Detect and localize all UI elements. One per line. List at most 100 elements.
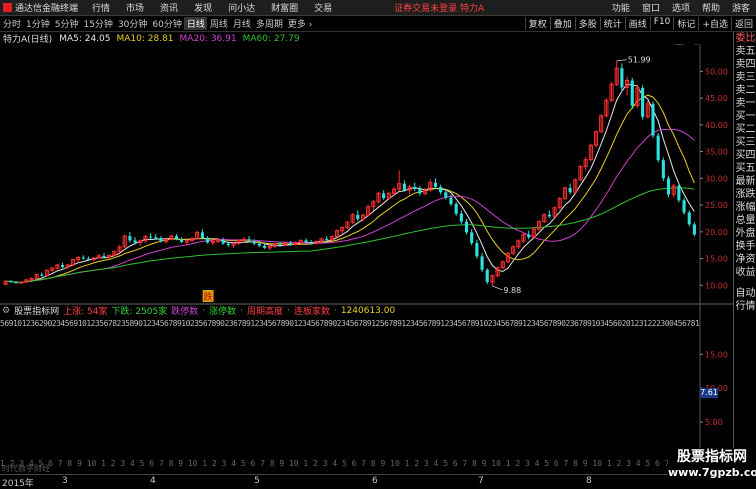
panel-item-bid5[interactable]: 买五 bbox=[734, 162, 756, 175]
candle-body bbox=[402, 183, 406, 191]
period-daily[interactable]: 日线 bbox=[183, 17, 207, 30]
add-favorite-button[interactable]: +自选 bbox=[698, 17, 731, 30]
limit-down-marker-label: 跌 bbox=[204, 292, 213, 303]
candle-body bbox=[413, 186, 417, 190]
user-guest[interactable]: 游客 bbox=[726, 1, 756, 14]
menu-options[interactable]: 选项 bbox=[666, 1, 696, 14]
menu-help[interactable]: 帮助 bbox=[696, 1, 726, 14]
period-60min[interactable]: 60分钟 bbox=[149, 17, 183, 30]
annotation-label: 9.88 bbox=[503, 286, 521, 295]
menu-market-quotes[interactable]: 行情 bbox=[84, 1, 118, 14]
f10-button[interactable]: F10 bbox=[649, 17, 674, 30]
menu-discover[interactable]: 发现 bbox=[186, 1, 220, 14]
menu-news[interactable]: 资讯 bbox=[152, 1, 186, 14]
cycle-height-label: 周期高度 bbox=[247, 307, 284, 317]
app-logo: 通达信金融终端 bbox=[0, 1, 84, 14]
period-1min[interactable]: 1分钟 bbox=[23, 17, 52, 30]
period-15min[interactable]: 15分钟 bbox=[80, 17, 114, 30]
panel-item-bid3[interactable]: 买三 bbox=[734, 136, 756, 149]
multi-stock-button[interactable]: 多股 bbox=[574, 17, 600, 30]
period-intraday[interactable]: 分时 bbox=[0, 17, 23, 30]
panel-item-ask4[interactable]: 卖四 bbox=[734, 58, 756, 71]
price-tick-label: 45.00 bbox=[705, 94, 728, 103]
panel-item-ask3[interactable]: 卖三 bbox=[734, 71, 756, 84]
annotation-leader bbox=[492, 285, 503, 291]
panel-item-change[interactable]: 涨跌 bbox=[734, 188, 756, 201]
back-button[interactable]: 返回 bbox=[730, 17, 756, 30]
candle-body bbox=[459, 213, 463, 222]
mark-button[interactable]: 标记 bbox=[673, 17, 698, 30]
panel-item-net-assets[interactable]: 净资 bbox=[734, 253, 756, 266]
draw-line-button[interactable]: 画线 bbox=[624, 17, 650, 30]
price-tick-label: 30.00 bbox=[705, 174, 728, 183]
menu-functions[interactable]: 功能 bbox=[606, 1, 636, 14]
period-weekly[interactable]: 周线 bbox=[207, 17, 230, 30]
indicator-current-value: 7.61 bbox=[700, 388, 718, 398]
panel-item-turnover[interactable]: 换手 bbox=[734, 240, 756, 253]
period-30min[interactable]: 30分钟 bbox=[115, 17, 149, 30]
period-monthly[interactable]: 月线 bbox=[230, 17, 253, 30]
panel-item-volume[interactable]: 总量 bbox=[734, 214, 756, 227]
panel-item-bid1[interactable]: 买一 bbox=[734, 110, 756, 123]
candle-body bbox=[661, 160, 665, 179]
candle-body bbox=[304, 240, 308, 242]
time-axis-label: 2015年 bbox=[2, 479, 34, 489]
candle-body bbox=[620, 68, 624, 88]
menu-trade[interactable]: 交易 bbox=[306, 1, 340, 14]
candle-body bbox=[464, 221, 469, 233]
price-tick-label: 50.00 bbox=[705, 67, 728, 76]
close-icon[interactable]: × bbox=[712, 44, 720, 47]
dot-sep-3: · bbox=[287, 305, 290, 316]
menu-ask[interactable]: 问小达 bbox=[220, 1, 263, 14]
candle-body bbox=[382, 193, 386, 199]
panel-item-bid2[interactable]: 买二 bbox=[734, 123, 756, 136]
menu-wealth[interactable]: 财富圈 bbox=[263, 1, 306, 14]
candle-body bbox=[641, 87, 645, 117]
time-axis-label: 7 bbox=[478, 476, 484, 486]
candle-body bbox=[262, 245, 267, 248]
candle-body bbox=[40, 274, 44, 276]
panel-item-ask1[interactable]: 卖一 bbox=[734, 97, 756, 110]
panel-item-order-ratio[interactable]: 委比 bbox=[734, 32, 756, 45]
candle-body bbox=[444, 192, 448, 198]
panel-item-latest[interactable]: 最新 bbox=[734, 175, 756, 188]
period-5min[interactable]: 5分钟 bbox=[52, 17, 81, 30]
indicator-title[interactable]: 股票指标网 bbox=[12, 304, 61, 317]
logo-icon bbox=[3, 3, 12, 12]
panel-item-earnings[interactable]: 收益 bbox=[734, 266, 756, 279]
annotation-leader bbox=[616, 59, 627, 62]
menu-market[interactable]: 市场 bbox=[118, 1, 152, 14]
panel-item-ask2[interactable]: 卖二 bbox=[734, 84, 756, 97]
panel-item-bid4[interactable]: 买四 bbox=[734, 149, 756, 162]
period-toolbar: 分时 1分钟 5分钟 15分钟 30分钟 60分钟 日线 周线 月线 多周期 更… bbox=[0, 16, 756, 32]
price-axis: 50.00 45.00 40.00 35.00 30.00 25.00 20.00 15.00… bbox=[700, 67, 728, 290]
candle-body bbox=[206, 238, 210, 243]
current-stock-name: 特力A bbox=[460, 4, 485, 14]
kline-chart[interactable]: 50.00 45.00 40.00 35.00 30.00 25.00 20.00 15.00… bbox=[0, 44, 733, 474]
indicator-settings-icon[interactable]: ⚙ bbox=[0, 306, 12, 316]
candle-body bbox=[86, 258, 91, 260]
period-multi[interactable]: 多周期 bbox=[253, 17, 285, 30]
candle-body bbox=[547, 214, 551, 217]
panel-item-quotes[interactable]: 行情 bbox=[734, 300, 756, 313]
panel-item-ask5[interactable]: 卖五 bbox=[734, 45, 756, 58]
candle-body bbox=[454, 204, 458, 214]
falling-count: 下跌: 2505家 bbox=[111, 307, 168, 317]
chevron-right-icon: › bbox=[305, 20, 313, 30]
price-tick-label: 10.00 bbox=[705, 281, 728, 290]
stats-button[interactable]: 统计 bbox=[599, 17, 625, 30]
menu-window[interactable]: 窗口 bbox=[636, 1, 666, 14]
login-warning[interactable]: 证券交易未登录 特力A bbox=[394, 1, 484, 14]
restore-rights-button[interactable]: 复权 bbox=[524, 17, 550, 30]
candle-body bbox=[252, 241, 256, 244]
period-more[interactable]: 更多 › bbox=[285, 17, 314, 30]
ma20-label: MA20: 36.91 bbox=[179, 33, 237, 44]
indicator-value: 1240613.00 bbox=[340, 305, 396, 316]
overlay-button[interactable]: 叠加 bbox=[549, 17, 575, 30]
candle-body bbox=[174, 236, 179, 240]
candlestick-series bbox=[3, 60, 696, 286]
candle-body bbox=[651, 104, 655, 136]
panel-item-change-pct[interactable]: 涨幅 bbox=[734, 201, 756, 214]
panel-item-auto[interactable]: 自动 bbox=[734, 287, 756, 300]
panel-item-outer[interactable]: 外盘 bbox=[734, 227, 756, 240]
